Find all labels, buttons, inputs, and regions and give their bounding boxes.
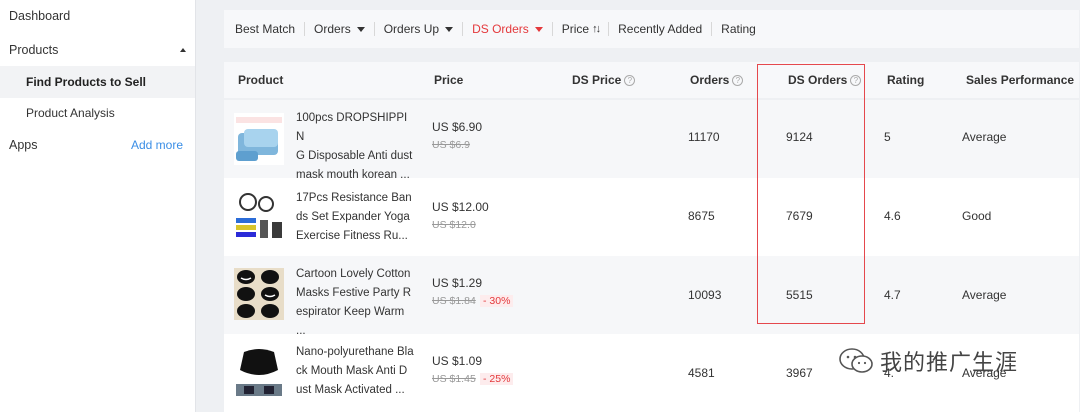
product-name-line: ust Mask Activated ...	[296, 384, 405, 396]
ds-orders-value: 7679	[786, 209, 813, 223]
performance-value: Good	[962, 209, 992, 223]
product-price: US $1.09	[432, 354, 483, 368]
header-sales-performance: Sales Performance	[966, 73, 1074, 87]
product-thumbnail[interactable]	[234, 192, 284, 244]
sort-label: Orders Up	[383, 22, 440, 36]
orders-value: 10093	[688, 288, 722, 302]
add-more-link[interactable]: Add more	[131, 138, 183, 152]
product-thumbnail[interactable]	[234, 346, 284, 398]
rating-value: 4.6	[884, 209, 901, 223]
sidebar-item-find-products[interactable]: Find Products to Sell	[26, 75, 146, 89]
header-label: Price	[434, 73, 464, 87]
product-old-price: US $12.0	[432, 219, 476, 231]
table-header: Product Price DS Price? Orders? DS Order…	[224, 62, 1079, 98]
sort-label: Price	[561, 22, 590, 36]
sort-label: Recently Added	[618, 22, 703, 36]
table-row[interactable]: 17Pcs Resistance Ban ds Set Expander Yog…	[224, 178, 1079, 256]
rating-value: 5	[884, 130, 891, 144]
sort-best-match[interactable]: Best Match	[234, 22, 304, 36]
sidebar-item-dashboard[interactable]: Dashboard	[9, 9, 70, 23]
product-name-line: 17Pcs Resistance Ban	[296, 192, 412, 204]
product-name[interactable]: 100pcs DROPSHIPPIN G Disposable Anti dus…	[296, 109, 414, 185]
sidebar-item-product-analysis[interactable]: Product Analysis	[26, 106, 115, 120]
header-price: Price	[434, 73, 463, 87]
product-name[interactable]: 17Pcs Resistance Ban ds Set Expander Yog…	[296, 189, 414, 246]
help-icon[interactable]: ?	[624, 74, 636, 86]
header-label: DS Orders	[788, 73, 848, 87]
product-old-price: US $1.84	[432, 295, 476, 307]
product-thumbnail[interactable]	[234, 268, 284, 320]
sidebar: Dashboard Products Find Products to Sell…	[0, 0, 196, 412]
sort-ds-orders[interactable]: DS Orders	[462, 22, 552, 36]
performance-value: Average	[962, 130, 1007, 144]
product-name-line: G Disposable Anti dust	[296, 150, 413, 162]
product-name-line: Cartoon Lovely Cotton	[296, 268, 411, 280]
product-name-line: Nano-polyurethane Bla	[296, 346, 414, 358]
product-old-price: US $6.9	[432, 139, 470, 151]
sort-label: Best Match	[235, 22, 296, 36]
header-label: Product	[238, 73, 284, 87]
help-icon[interactable]: ?	[850, 74, 862, 86]
sort-orders-up[interactable]: Orders Up	[373, 22, 462, 36]
product-name[interactable]: Cartoon Lovely Cotton Masks Festive Part…	[296, 265, 414, 341]
watermark: 我的推广生涯	[838, 345, 1018, 377]
header-label: Rating	[887, 73, 925, 87]
sort-recently-added[interactable]: Recently Added	[608, 22, 711, 36]
product-name-line: Exercise Fitness Ru...	[296, 230, 408, 242]
ds-orders-value: 5515	[786, 288, 813, 302]
header-product: Product	[238, 73, 283, 87]
sort-bar: Best Match Orders Orders Up DS Orders Pr…	[224, 10, 1079, 48]
orders-value: 8675	[688, 209, 715, 223]
sidebar-item-products[interactable]: Products	[9, 43, 58, 57]
ds-orders-value: 3967	[786, 366, 813, 380]
product-old-price: US $1.45	[432, 373, 476, 385]
header-label: DS Price	[572, 73, 622, 87]
product-price: US $12.00	[432, 200, 489, 214]
orders-value: 4581	[688, 366, 715, 380]
sort-label: Orders	[314, 22, 351, 36]
performance-value: Average	[962, 288, 1007, 302]
sort-price[interactable]: Price ↑↓	[551, 22, 608, 36]
product-name-line: ck Mouth Mask Anti D	[296, 365, 408, 377]
header-label: Orders	[690, 73, 730, 87]
product-price: US $1.29	[432, 276, 483, 290]
sort-label: Rating	[721, 22, 756, 36]
help-icon[interactable]: ?	[732, 74, 744, 86]
wechat-icon	[839, 348, 873, 373]
sort-updown-icon: ↑↓	[592, 23, 601, 35]
product-name-line: Masks Festive Party R	[296, 287, 412, 299]
table-row[interactable]: Cartoon Lovely Cotton Masks Festive Part…	[224, 256, 1079, 337]
sort-orders[interactable]: Orders	[304, 22, 374, 36]
product-name-line: 100pcs DROPSHIPPIN	[296, 112, 408, 143]
sort-label: DS Orders	[472, 22, 529, 36]
header-ds-price: DS Price?	[572, 73, 636, 87]
product-thumbnail[interactable]	[234, 113, 284, 165]
discount-badge: - 25%	[480, 373, 514, 385]
orders-value: 11170	[688, 130, 720, 144]
header-ds-orders: DS Orders?	[788, 73, 862, 87]
product-name-line: ds Set Expander Yoga	[296, 211, 410, 223]
header-label: Sales Performance	[966, 73, 1075, 87]
header-rating: Rating	[887, 73, 924, 87]
caret-down-icon	[445, 26, 454, 32]
ds-orders-value: 9124	[786, 130, 813, 144]
sort-rating[interactable]: Rating	[711, 22, 765, 36]
sidebar-item-apps[interactable]: Apps	[9, 138, 38, 152]
chevron-up-icon[interactable]	[180, 48, 186, 52]
rating-value: 4.7	[884, 288, 901, 302]
header-orders: Orders?	[690, 73, 744, 87]
watermark-text: 我的推广生涯	[880, 351, 1019, 376]
caret-down-icon	[534, 26, 543, 32]
product-table: Product Price DS Price? Orders? DS Order…	[224, 62, 1079, 412]
product-name[interactable]: Nano-polyurethane Bla ck Mouth Mask Anti…	[296, 343, 414, 400]
discount-badge: - 30%	[480, 295, 514, 307]
table-row[interactable]: 100pcs DROPSHIPPIN G Disposable Anti dus…	[224, 100, 1079, 181]
caret-down-icon	[356, 26, 365, 32]
product-price: US $6.90	[432, 120, 483, 134]
